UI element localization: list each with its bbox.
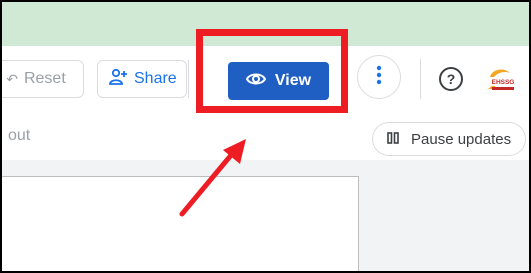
reset-label: Reset bbox=[23, 70, 66, 87]
more-options-button[interactable] bbox=[357, 55, 401, 99]
more-vertical-icon bbox=[376, 65, 382, 90]
pause-updates-button[interactable]: Pause updates bbox=[372, 122, 526, 156]
avatar[interactable]: EHSSG bbox=[484, 63, 518, 97]
share-button[interactable]: Share bbox=[97, 60, 187, 98]
help-button[interactable]: ? bbox=[439, 67, 463, 91]
undo-icon: ↶ bbox=[6, 70, 18, 87]
secondary-bar-label: out bbox=[8, 127, 31, 144]
help-circle-icon: ? bbox=[446, 71, 456, 87]
toolbar-divider bbox=[420, 59, 421, 99]
add-person-icon bbox=[108, 68, 128, 91]
document-page bbox=[2, 176, 359, 271]
avatar-text: EHSSG bbox=[492, 79, 515, 86]
editor-canvas bbox=[2, 160, 529, 271]
share-label: Share bbox=[134, 70, 177, 87]
pause-updates-label: Pause updates bbox=[411, 130, 512, 148]
pause-icon bbox=[387, 131, 399, 148]
highlight-box bbox=[196, 29, 348, 113]
reset-button[interactable]: ↶ Reset bbox=[2, 60, 84, 98]
